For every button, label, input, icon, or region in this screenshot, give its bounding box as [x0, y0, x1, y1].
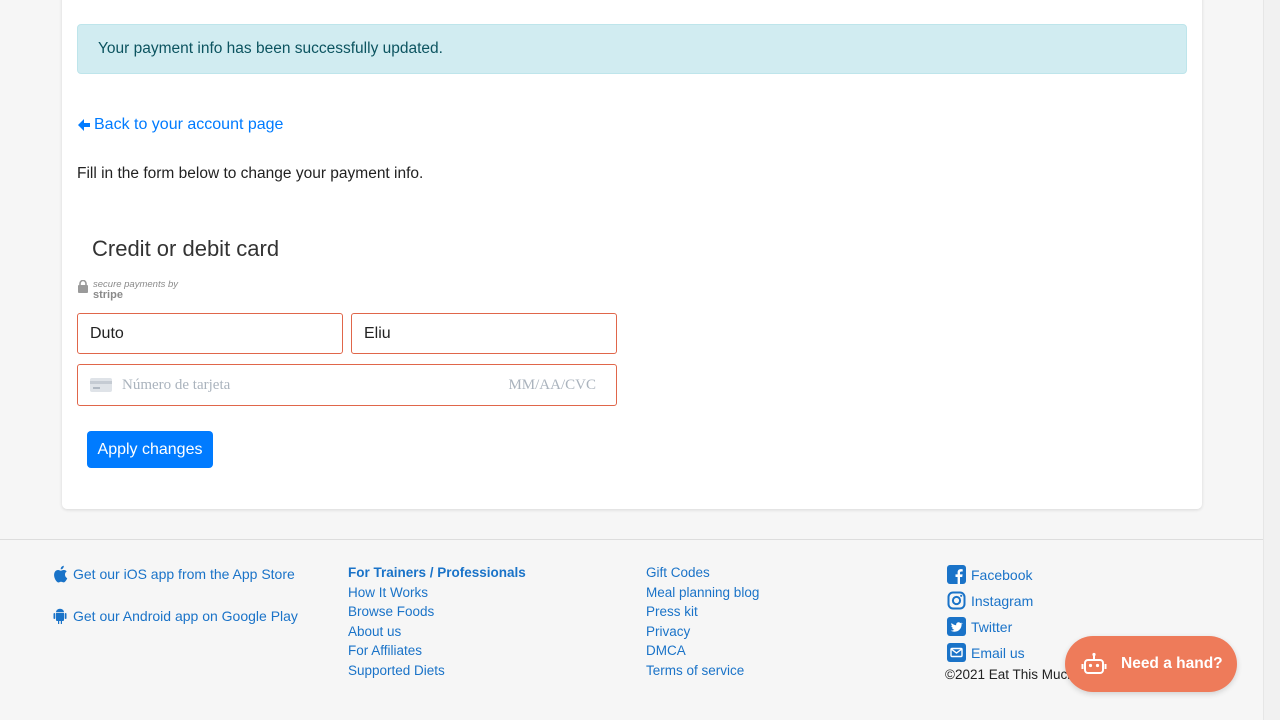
twitter-label: Twitter	[971, 618, 1013, 635]
card-number-placeholder: Número de tarjeta	[122, 376, 231, 393]
twitter-link[interactable]: Twitter	[947, 617, 1033, 636]
card-number-field[interactable]: Número de tarjeta MM/AA/CVC	[77, 364, 617, 406]
scrollbar[interactable]	[1263, 0, 1280, 720]
instagram-icon	[947, 591, 966, 610]
footer-link-affiliates[interactable]: For Affiliates	[348, 641, 526, 661]
social-links: Facebook Instagram Twitter Email us	[947, 565, 1033, 662]
ios-app-link[interactable]: Get our iOS app from the App Store	[52, 565, 295, 583]
footer-link-press-kit[interactable]: Press kit	[646, 602, 759, 622]
back-to-account-link[interactable]: Back to your account page	[77, 116, 283, 134]
footer-link-trainers[interactable]: For Trainers / Professionals	[348, 563, 526, 583]
credit-card-icon	[90, 378, 112, 392]
instagram-label: Instagram	[971, 592, 1034, 609]
lock-icon	[78, 280, 88, 293]
stripe-badge-brand: stripe	[93, 289, 123, 301]
email-link[interactable]: Email us	[947, 643, 1033, 662]
card-section-title: Credit or debit card	[92, 236, 280, 261]
payment-card: Your payment info has been successfully …	[62, 0, 1202, 509]
need-a-hand-label: Need a hand?	[1121, 655, 1223, 672]
intro-text: Fill in the form below to change your pa…	[77, 165, 424, 182]
footer-link-privacy[interactable]: Privacy	[646, 622, 759, 642]
success-alert: Your payment info has been successfully …	[77, 24, 1187, 74]
alert-message: Your payment info has been successfully …	[98, 40, 443, 57]
footer-link-terms[interactable]: Terms of service	[646, 661, 759, 681]
stripe-badge: secure payments by stripe	[78, 279, 178, 301]
need-a-hand-button[interactable]: Need a hand?	[1065, 636, 1237, 692]
last-name-field[interactable]: Eliu	[351, 313, 617, 354]
robot-icon	[1081, 652, 1107, 674]
copyright: ©2021 Eat This Much	[945, 667, 1075, 682]
last-name-value: Eliu	[364, 325, 391, 342]
footer-link-gift-codes[interactable]: Gift Codes	[646, 563, 759, 583]
footer: Get our iOS app from the App Store Get o…	[0, 539, 1263, 720]
instagram-link[interactable]: Instagram	[947, 591, 1033, 610]
first-name-field[interactable]: Duto	[77, 313, 343, 354]
footer-link-browse-foods[interactable]: Browse Foods	[348, 602, 526, 622]
back-link-label: Back to your account page	[94, 116, 284, 133]
apply-changes-button[interactable]: Apply changes	[87, 431, 213, 468]
apple-icon	[54, 565, 68, 583]
email-label: Email us	[971, 644, 1025, 661]
arrow-left-icon	[78, 119, 90, 131]
android-app-link[interactable]: Get our Android app on Google Play	[52, 607, 298, 625]
footer-link-blog[interactable]: Meal planning blog	[646, 583, 759, 603]
facebook-link[interactable]: Facebook	[947, 565, 1033, 584]
expiry-cvc-placeholder: MM/AA/CVC	[508, 376, 596, 393]
footer-link-about-us[interactable]: About us	[348, 622, 526, 642]
twitter-icon	[947, 617, 966, 636]
facebook-label: Facebook	[971, 566, 1033, 583]
email-icon	[947, 643, 966, 662]
footer-link-dmca[interactable]: DMCA	[646, 641, 759, 661]
ios-app-label: Get our iOS app from the App Store	[73, 566, 295, 582]
footer-column-2: Gift Codes Meal planning blog Press kit …	[646, 563, 759, 680]
first-name-value: Duto	[90, 325, 124, 342]
facebook-icon	[947, 565, 966, 584]
android-app-label: Get our Android app on Google Play	[73, 608, 298, 624]
footer-link-supported-diets[interactable]: Supported Diets	[348, 661, 526, 681]
android-icon	[53, 608, 67, 624]
footer-link-how-it-works[interactable]: How It Works	[348, 583, 526, 603]
footer-column-1: For Trainers / Professionals How It Work…	[348, 563, 526, 680]
